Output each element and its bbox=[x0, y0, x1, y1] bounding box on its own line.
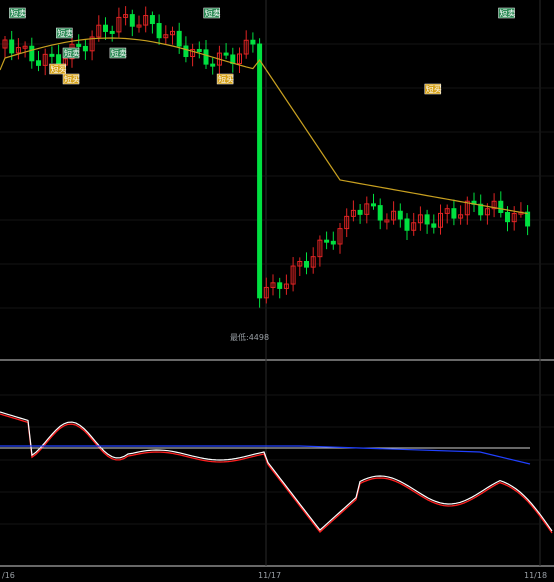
candle-body bbox=[210, 63, 216, 67]
candle-body bbox=[451, 208, 457, 219]
candle-body bbox=[149, 15, 155, 25]
candle-body bbox=[36, 60, 41, 66]
candle-body bbox=[56, 54, 62, 66]
trade-signal-marker: 短买 bbox=[424, 83, 442, 95]
candle-body bbox=[498, 200, 504, 213]
candle-body bbox=[109, 30, 115, 34]
candle-body bbox=[129, 14, 135, 27]
trade-signal-marker: 短卖 bbox=[203, 7, 221, 19]
candle-body bbox=[103, 24, 108, 32]
signal-label: 短卖 bbox=[500, 8, 516, 18]
chart-background bbox=[0, 0, 554, 582]
candle-body bbox=[82, 45, 88, 52]
candle-body bbox=[277, 282, 283, 289]
candle-body bbox=[371, 203, 376, 207]
x-axis-label-end: 11/18 bbox=[524, 571, 547, 580]
candle-body bbox=[525, 211, 531, 227]
candle-body bbox=[324, 239, 330, 243]
candle-body bbox=[431, 223, 437, 228]
candle-body bbox=[9, 39, 15, 54]
candle-body bbox=[196, 48, 202, 52]
signal-label: 短买 bbox=[64, 74, 80, 84]
trade-signal-marker: 短买 bbox=[216, 73, 234, 85]
signal-label: 短买 bbox=[51, 64, 67, 74]
signal-label: 短卖 bbox=[57, 28, 73, 38]
trade-signal-marker: 短买 bbox=[62, 73, 80, 85]
signal-label: 短卖 bbox=[205, 8, 221, 18]
candle-body bbox=[203, 49, 209, 65]
trade-signal-marker: 短卖 bbox=[62, 47, 80, 59]
signal-label: 短买 bbox=[426, 84, 442, 94]
x-axis-label-start: /16 bbox=[2, 571, 15, 580]
candle-body bbox=[357, 209, 363, 215]
candle-body bbox=[156, 23, 162, 39]
candle-body bbox=[330, 240, 336, 245]
candle-body bbox=[76, 43, 82, 47]
candlestick-chart[interactable]: 短卖短卖短卖短买短买短卖短卖短买短买短卖 最低:4498 /16 11/17 1… bbox=[0, 0, 554, 582]
trade-signal-marker: 短卖 bbox=[9, 7, 26, 19]
signal-label: 短卖 bbox=[111, 48, 127, 58]
trade-signal-marker: 短卖 bbox=[498, 7, 516, 19]
candle-body bbox=[183, 45, 189, 58]
candle-body bbox=[49, 53, 55, 57]
trade-signal-marker: 短买 bbox=[49, 63, 67, 75]
candle-body bbox=[505, 211, 510, 223]
trade-signal-marker: 短卖 bbox=[109, 47, 127, 59]
candle-body bbox=[397, 210, 403, 220]
trade-signal-marker: 短卖 bbox=[56, 27, 73, 39]
candle-body bbox=[304, 260, 309, 268]
low-price-annotation: 最低:4498 bbox=[230, 332, 269, 342]
candle-body bbox=[404, 218, 410, 231]
candle-body bbox=[257, 43, 263, 299]
candle-body bbox=[176, 30, 182, 47]
signal-label: 短卖 bbox=[64, 48, 80, 58]
candle-body bbox=[250, 39, 256, 45]
x-axis-label-mid: 11/17 bbox=[258, 571, 281, 580]
signal-label: 短买 bbox=[218, 74, 234, 84]
candle-body bbox=[223, 52, 229, 56]
candle-body bbox=[29, 45, 35, 62]
candle-body bbox=[424, 214, 430, 225]
signal-label: 短卖 bbox=[10, 8, 26, 18]
candle-body bbox=[377, 205, 383, 221]
